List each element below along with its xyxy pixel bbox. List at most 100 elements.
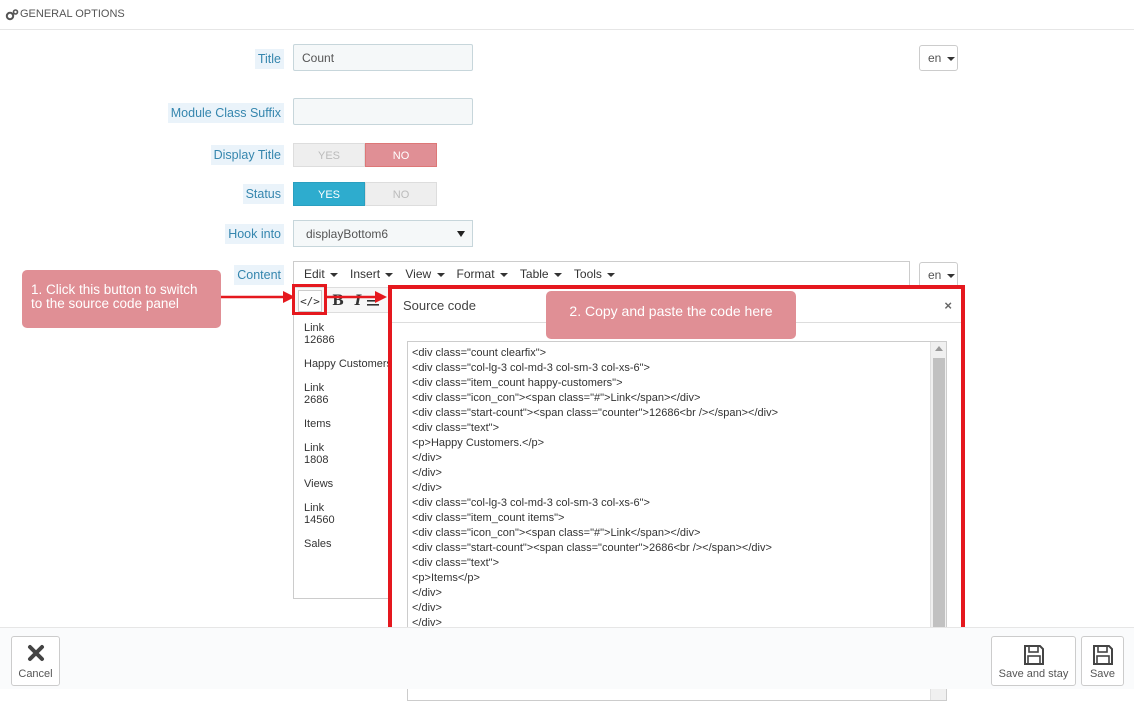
- menu-insert[interactable]: Insert: [344, 262, 399, 287]
- code-line: <div class="text">: [412, 422, 499, 434]
- code-line: <div class="item_count happy-customers">: [412, 377, 623, 389]
- step2-callout: 2. Copy and paste the code here: [546, 291, 796, 339]
- menu-insert-label: Insert: [350, 267, 381, 281]
- code-line: </div>: [412, 587, 442, 599]
- code-line: </div>: [412, 467, 442, 479]
- save-label: Save: [1089, 668, 1116, 680]
- code-line: </div>: [412, 602, 442, 614]
- step1-callout: 1. Click this button to switch to the so…: [22, 270, 221, 328]
- status-yes[interactable]: YES: [293, 182, 365, 206]
- content-item: Happy Customers: [304, 358, 392, 370]
- caret-down-icon: [385, 272, 394, 277]
- caret-down-icon: [607, 272, 616, 277]
- caret-down-icon: [330, 272, 339, 277]
- menu-tools[interactable]: Tools: [568, 262, 621, 287]
- save-and-stay-label: Save and stay: [998, 668, 1069, 680]
- content-item: Views: [304, 478, 392, 490]
- close-icon[interactable]: ×: [944, 298, 952, 313]
- gears-icon: [5, 9, 19, 21]
- display-title-label: Display Title: [210, 145, 284, 165]
- content-text: Views: [304, 478, 334, 490]
- content-item: Link 1808: [304, 442, 392, 466]
- content-item: Link 14560: [304, 502, 392, 526]
- content-count: 12686: [304, 334, 335, 346]
- code-line: <div class="icon_con"><span class="#">Li…: [412, 527, 701, 539]
- cancel-label: Cancel: [18, 668, 53, 680]
- hook-into-select[interactable]: displayBottom6: [293, 220, 473, 247]
- menu-format-label: Format: [456, 267, 495, 281]
- content-count: 2686: [304, 394, 329, 406]
- save-and-stay-button[interactable]: Save and stay: [991, 636, 1076, 686]
- panel-title: GENERAL OPTIONS: [20, 8, 125, 20]
- content-link: Link: [304, 322, 325, 334]
- content-text: Happy Customers: [304, 358, 393, 370]
- code-line: </div>: [412, 452, 442, 464]
- select-arrow-icon: [457, 231, 465, 237]
- code-line: <div class="item_count items">: [412, 512, 565, 524]
- code-line: </div>: [412, 482, 442, 494]
- content-item: Link 2686: [304, 382, 392, 406]
- arrow-icon: [326, 291, 387, 303]
- caret-down-icon: [946, 273, 955, 278]
- editor-content[interactable]: Link 12686 Happy Customers Link 2686 Items…: [304, 322, 392, 562]
- editor-menubar: Edit Insert View Format Table Tools: [294, 262, 909, 287]
- caret-down-icon: [499, 272, 508, 277]
- display-title-yes[interactable]: YES: [293, 143, 365, 167]
- content-text: Sales: [304, 538, 332, 550]
- code-line: <div class="col-lg-3 col-md-3 col-sm-3 c…: [412, 362, 650, 374]
- hook-into-value: displayBottom6: [306, 227, 389, 241]
- caret-down-icon: [436, 272, 445, 277]
- display-title-switch[interactable]: YES NO: [293, 143, 437, 167]
- status-label: Status: [242, 184, 284, 204]
- menu-view-label: View: [405, 267, 432, 281]
- scroll-up-icon[interactable]: [935, 346, 943, 351]
- title-label: Title: [254, 49, 284, 69]
- status-switch[interactable]: YES NO: [293, 182, 437, 206]
- menu-view[interactable]: View: [399, 262, 450, 287]
- code-line: <div class="text">: [412, 557, 499, 569]
- source-button-highlight: [292, 284, 327, 315]
- panel-header: GENERAL OPTIONS: [0, 0, 1134, 30]
- content-item: Sales: [304, 538, 392, 550]
- content-item: Items: [304, 418, 392, 430]
- content-count: 1808: [304, 454, 329, 466]
- code-line: <div class="start-count"><span class="co…: [412, 407, 779, 419]
- title-input[interactable]: Count: [293, 44, 473, 71]
- code-line: <div class="start-count"><span class="co…: [412, 542, 772, 554]
- content-link: Link: [304, 502, 325, 514]
- menu-edit-label: Edit: [304, 267, 325, 281]
- code-line: <div class="count clearfix">: [412, 347, 547, 359]
- menu-table-label: Table: [519, 267, 549, 281]
- dialog-title: Source code: [403, 298, 476, 313]
- caret-down-icon: [946, 56, 955, 61]
- caret-down-icon: [553, 272, 562, 277]
- hook-into-label: Hook into: [225, 224, 284, 244]
- code-line: <p>Items</p>: [412, 572, 480, 584]
- module-class-suffix-input[interactable]: [293, 98, 473, 125]
- content-item: Link 12686: [304, 322, 392, 346]
- status-no[interactable]: NO: [365, 182, 437, 206]
- close-icon: [27, 645, 44, 661]
- content-label: Content: [234, 265, 284, 285]
- save-button[interactable]: Save: [1081, 636, 1124, 686]
- floppy-disk-icon: [1092, 645, 1113, 665]
- module-class-suffix-label: Module Class Suffix: [167, 103, 284, 123]
- content-count: 14560: [304, 514, 335, 526]
- language-code: en: [928, 268, 942, 282]
- content-text: Items: [304, 418, 331, 430]
- code-line: <div class="col-lg-3 col-md-3 col-sm-3 c…: [412, 497, 650, 509]
- scrollbar-thumb[interactable]: [933, 358, 945, 633]
- content-link: Link: [304, 442, 325, 454]
- menu-format[interactable]: Format: [451, 262, 514, 287]
- code-line: <div class="icon_con"><span class="#">Li…: [412, 392, 701, 404]
- language-code: en: [928, 51, 942, 65]
- content-link: Link: [304, 382, 325, 394]
- display-title-no[interactable]: NO: [365, 143, 437, 167]
- arrow-icon: [221, 291, 295, 303]
- cancel-button[interactable]: Cancel: [11, 636, 60, 686]
- floppy-disk-icon: [1023, 645, 1044, 665]
- title-language-dropdown[interactable]: en: [919, 45, 958, 71]
- code-line: <p>Happy Customers.</p>: [412, 437, 545, 449]
- menu-tools-label: Tools: [573, 267, 602, 281]
- menu-table[interactable]: Table: [514, 262, 568, 287]
